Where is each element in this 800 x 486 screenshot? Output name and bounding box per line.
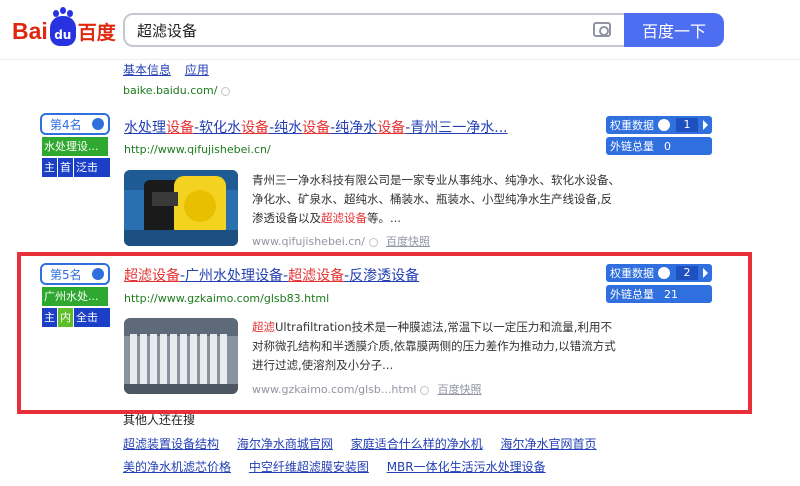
result-title-4[interactable]: 水处理设备-软化水设备-纯水设备-纯净水设备-青州三一净水... [124,117,508,137]
result-url-4[interactable]: http://www.qifujishebei.cn/ [124,143,271,156]
title-keyword: 设备 [377,120,406,136]
title-keyword: 设备 [166,120,194,136]
search-header: Bai du 百度 百度一下 [0,0,800,60]
snippet-text: 青州三一净水科技有限公司是一家专业从事纯水、纯净水、软化水设备、净化水、矿泉水、… [252,173,620,225]
related-link[interactable]: 美的净水机滤芯价格 [123,460,231,474]
pump-image [124,170,238,246]
related-heading: 其他人还在搜 [123,413,196,427]
title-part: -纯水 [269,120,303,136]
flag-main: 主 [42,158,57,177]
related-link[interactable]: 海尔净水商城官网 [237,437,333,451]
related-link[interactable]: 海尔净水官网首页 [501,437,597,451]
rank-flags: 主 首 泛击中 [42,158,110,193]
highlight-frame [17,252,752,414]
related-link[interactable]: 家庭适合什么样的净水机 [351,437,483,451]
title-part: -青州三一净水... [405,120,508,136]
snapshot-link[interactable]: 百度快照 [386,235,430,248]
title-part: 水处理 [124,120,166,136]
info-circle-icon[interactable] [221,86,231,96]
arrow-right-icon [703,120,708,130]
logo-text-baidu: 百度 [77,21,116,44]
search-button[interactable]: 百度一下 [624,13,724,47]
result-thumbnail-4[interactable] [124,170,238,246]
rank-label: 第4名 [50,117,82,132]
links-value: 0 [664,139,671,153]
related-row-2: 美的净水机滤芯价格 中空纤维超滤膜安装图 MBR一体化生活污水处理设备 [123,458,560,475]
weight-value: 1 [676,118,698,132]
rank-icon [92,118,104,130]
weight-badge-4[interactable]: 权重数据 1 [606,116,712,134]
links-badge-4[interactable]: 外链总量 0 [606,137,712,155]
rank-category[interactable]: 水处理设... [42,137,108,156]
links-label: 外链总量 [610,140,654,153]
baike-links: 基本信息 应用 [123,61,219,78]
flag-home: 首 [58,158,73,177]
related-link[interactable]: MBR一体化生活污水处理设备 [387,460,546,474]
title-part: -软化水 [194,120,242,136]
info-circle-icon[interactable] [368,237,378,247]
rank-tag: 第4名 [40,113,110,135]
rank-badge-4: 第4名 水处理设... 主 首 泛击中 [40,113,110,193]
result-snippet-4: 青州三一净水科技有限公司是一家专业从事纯水、纯净水、软化水设备、净化水、矿泉水、… [252,171,622,228]
snippet-keyword: 超滤设备 [321,211,367,225]
related-link[interactable]: 超滤装置设备结构 [123,437,219,451]
title-keyword: 设备 [241,120,270,136]
logo-text-bai: Bai [12,17,48,44]
paw-icon [658,119,670,131]
display-url[interactable]: www.qifujishebei.cn/ [252,235,365,248]
camera-icon[interactable] [593,22,611,37]
weight-label: 权重数据 [610,119,654,132]
baike-url-text[interactable]: baike.baidu.com/ [123,84,217,97]
related-row-1: 超滤装置设备结构 海尔净水商城官网 家庭适合什么样的净水机 海尔净水官网首页 [123,435,611,452]
baidu-logo[interactable]: Bai du 百度 [12,10,116,48]
result-meta-4: www.qifujishebei.cn/百度快照 [252,233,430,249]
snippet-text: 等。... [367,211,401,225]
baike-url: baike.baidu.com/ [123,84,231,97]
search-input[interactable] [125,15,565,45]
baike-link-apply[interactable]: 应用 [185,63,209,77]
logo-text-du: du [54,28,72,42]
search-box [123,13,625,47]
baike-link-basic[interactable]: 基本信息 [123,63,171,77]
title-keyword: 设备 [302,120,331,136]
flag-match: 泛击中 [74,158,110,193]
related-link[interactable]: 中空纤维超滤膜安装图 [249,460,369,474]
paw-icon: du [49,10,76,46]
title-part: -纯净水 [330,120,378,136]
